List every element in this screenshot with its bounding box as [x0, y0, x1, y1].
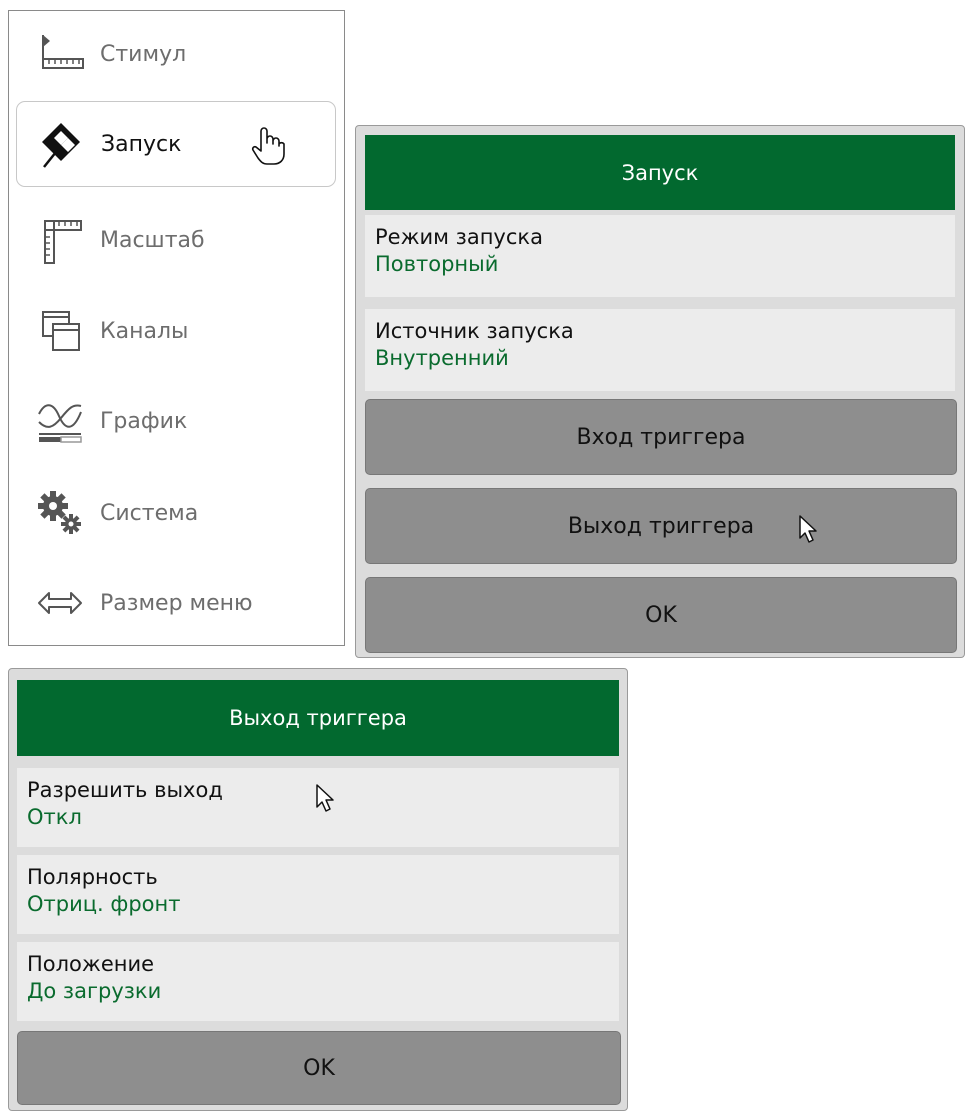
trigger-output-panel-title: Выход триггера [17, 680, 619, 756]
trigger-input-button[interactable]: Вход триггера [365, 399, 957, 475]
menu-label-stimulus: Стимул [100, 41, 187, 67]
menu-label-menu-size: Размер меню [100, 590, 253, 616]
gears-icon [20, 483, 100, 543]
menu-item-system[interactable]: Система [16, 470, 336, 556]
trigger-panel-title: Запуск [365, 135, 955, 210]
trigger-diamond-icon [21, 114, 101, 174]
main-menu: Стимул Запуск Масштаб Каналы График Сист… [8, 10, 345, 646]
ruler-icon [20, 24, 100, 84]
trigger-panel: Запуск Режим запуска Повторный Источник … [355, 125, 965, 658]
menu-label-graph: График [100, 408, 188, 434]
arrow-cursor-icon [315, 783, 337, 817]
output-position-field[interactable]: Положение До загрузки [17, 942, 619, 1021]
trigger-output-button-label: Выход триггера [567, 513, 755, 539]
menu-item-graph[interactable]: График [16, 378, 336, 464]
menu-item-menu-size[interactable]: Размер меню [16, 560, 336, 646]
trigger-output-button[interactable]: Выход триггера [365, 488, 957, 564]
menu-label-system: Система [100, 500, 199, 526]
trigger-output-panel: Выход триггера Разрешить выход Откл Поля… [8, 668, 628, 1111]
menu-item-channels[interactable]: Каналы [16, 288, 336, 374]
menu-item-stimulus[interactable]: Стимул [16, 11, 336, 97]
menu-item-scale[interactable]: Масштаб [16, 197, 336, 283]
arrow-cursor-icon [798, 514, 820, 548]
trigger-ok-button[interactable]: OK [365, 577, 957, 653]
trigger-mode-field[interactable]: Режим запуска Повторный [365, 215, 955, 297]
graph-icon [20, 391, 100, 451]
output-ok-button[interactable]: OK [17, 1031, 621, 1105]
output-position-value: До загрузки [27, 979, 162, 1003]
output-polarity-label: Полярность [27, 865, 158, 889]
trigger-source-field[interactable]: Источник запуска Внутренний [365, 309, 955, 391]
trigger-source-value: Внутренний [375, 346, 509, 370]
hand-cursor-icon [251, 126, 285, 172]
scale-icon [20, 210, 100, 270]
channels-icon [20, 301, 100, 361]
resize-arrows-icon [20, 573, 100, 633]
output-position-label: Положение [27, 952, 155, 976]
menu-label-scale: Масштаб [100, 227, 205, 253]
menu-item-trigger[interactable]: Запуск [16, 101, 336, 187]
trigger-source-label: Источник запуска [375, 319, 574, 343]
output-polarity-field[interactable]: Полярность Отриц. фронт [17, 855, 619, 934]
menu-label-channels: Каналы [100, 318, 189, 344]
trigger-mode-label: Режим запуска [375, 225, 543, 249]
output-polarity-value: Отриц. фронт [27, 892, 181, 916]
trigger-mode-value: Повторный [375, 252, 499, 276]
menu-label-trigger: Запуск [101, 131, 182, 157]
